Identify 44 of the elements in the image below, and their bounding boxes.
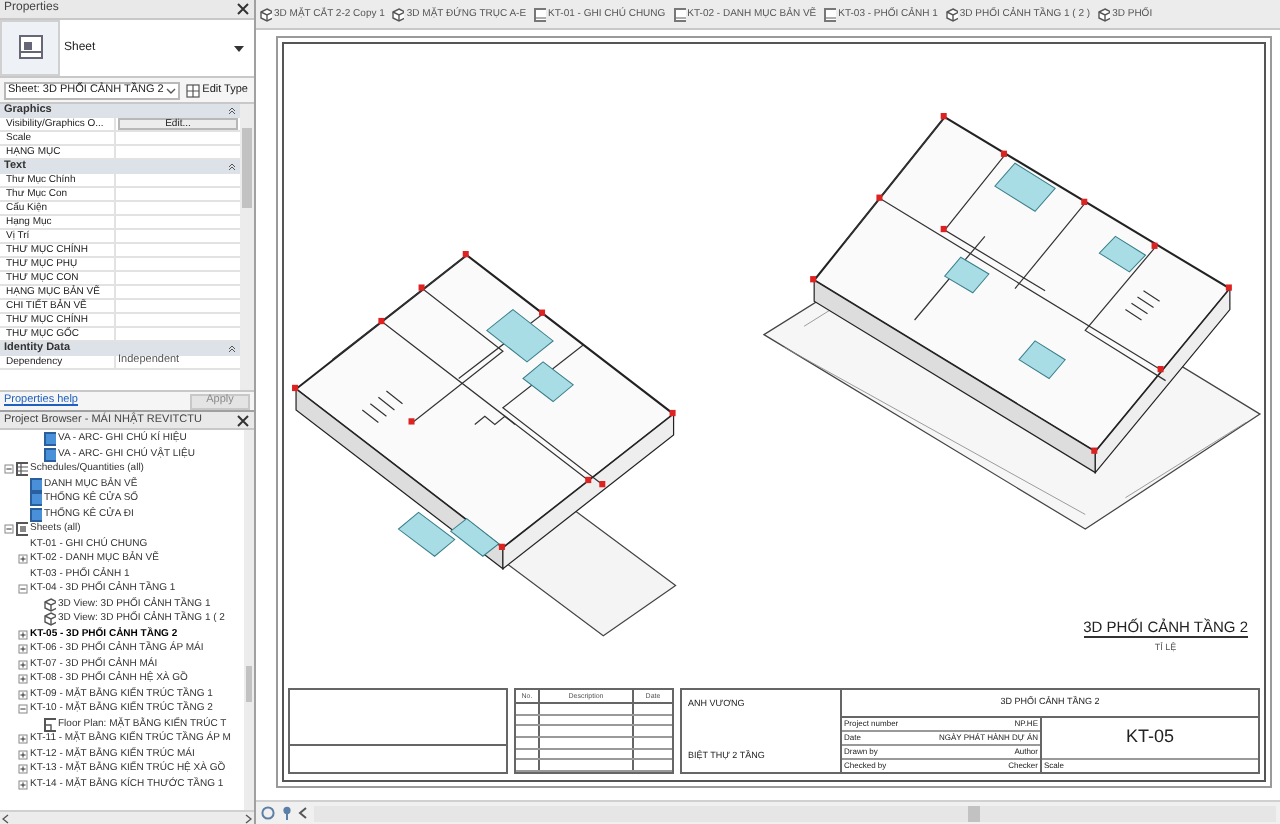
scrollbar-thumb[interactable] bbox=[242, 128, 252, 208]
sheet-icon bbox=[16, 522, 28, 537]
collapse-icon[interactable] bbox=[228, 162, 236, 172]
collapse-icon[interactable] bbox=[18, 584, 28, 595]
collapse-icon[interactable] bbox=[18, 704, 28, 715]
sheet-number: KT-05 bbox=[1042, 718, 1258, 760]
pin-icon[interactable] bbox=[282, 806, 292, 820]
expand-icon[interactable] bbox=[18, 764, 28, 775]
vertical-scrollbar[interactable] bbox=[244, 430, 254, 810]
collapse-icon[interactable] bbox=[228, 106, 236, 116]
expand-icon[interactable] bbox=[18, 749, 28, 760]
collapse-icon[interactable] bbox=[4, 524, 14, 535]
edit-type-icon bbox=[186, 83, 201, 97]
expand-icon[interactable] bbox=[18, 779, 28, 790]
expand-icon[interactable] bbox=[18, 734, 28, 745]
chevron-down-icon bbox=[166, 87, 177, 93]
expand-icon[interactable] bbox=[18, 674, 28, 685]
sheet-icon bbox=[673, 8, 686, 22]
scroll-left-icon[interactable] bbox=[298, 806, 308, 820]
vertical-scrollbar[interactable] bbox=[240, 104, 254, 390]
expand-icon[interactable] bbox=[18, 689, 28, 700]
horizontal-scrollbar[interactable] bbox=[314, 805, 1276, 821]
expand-icon[interactable] bbox=[18, 659, 28, 670]
close-icon[interactable] bbox=[236, 2, 250, 16]
scroll-right-icon[interactable] bbox=[244, 813, 252, 823]
sheet-icon bbox=[824, 8, 837, 22]
cube-icon bbox=[1098, 8, 1111, 22]
expand-icon[interactable] bbox=[18, 554, 28, 565]
cube-icon bbox=[392, 8, 405, 22]
view-control-icon[interactable] bbox=[260, 806, 276, 820]
scroll-left-icon[interactable] bbox=[2, 813, 10, 823]
cube-icon bbox=[945, 8, 958, 22]
floor-plan-icon bbox=[44, 717, 56, 732]
expand-icon[interactable] bbox=[18, 629, 28, 640]
dropdown-icon bbox=[234, 45, 244, 51]
cube-icon bbox=[260, 8, 272, 22]
expand-icon[interactable] bbox=[18, 644, 28, 655]
close-icon[interactable] bbox=[236, 413, 250, 427]
horizontal-scrollbar[interactable] bbox=[0, 810, 254, 824]
scrollbar-thumb[interactable] bbox=[968, 805, 980, 821]
scrollbar-thumb[interactable] bbox=[246, 666, 252, 702]
collapse-icon[interactable] bbox=[228, 344, 236, 354]
sheet-icon bbox=[534, 8, 547, 22]
collapse-icon[interactable] bbox=[4, 464, 14, 475]
